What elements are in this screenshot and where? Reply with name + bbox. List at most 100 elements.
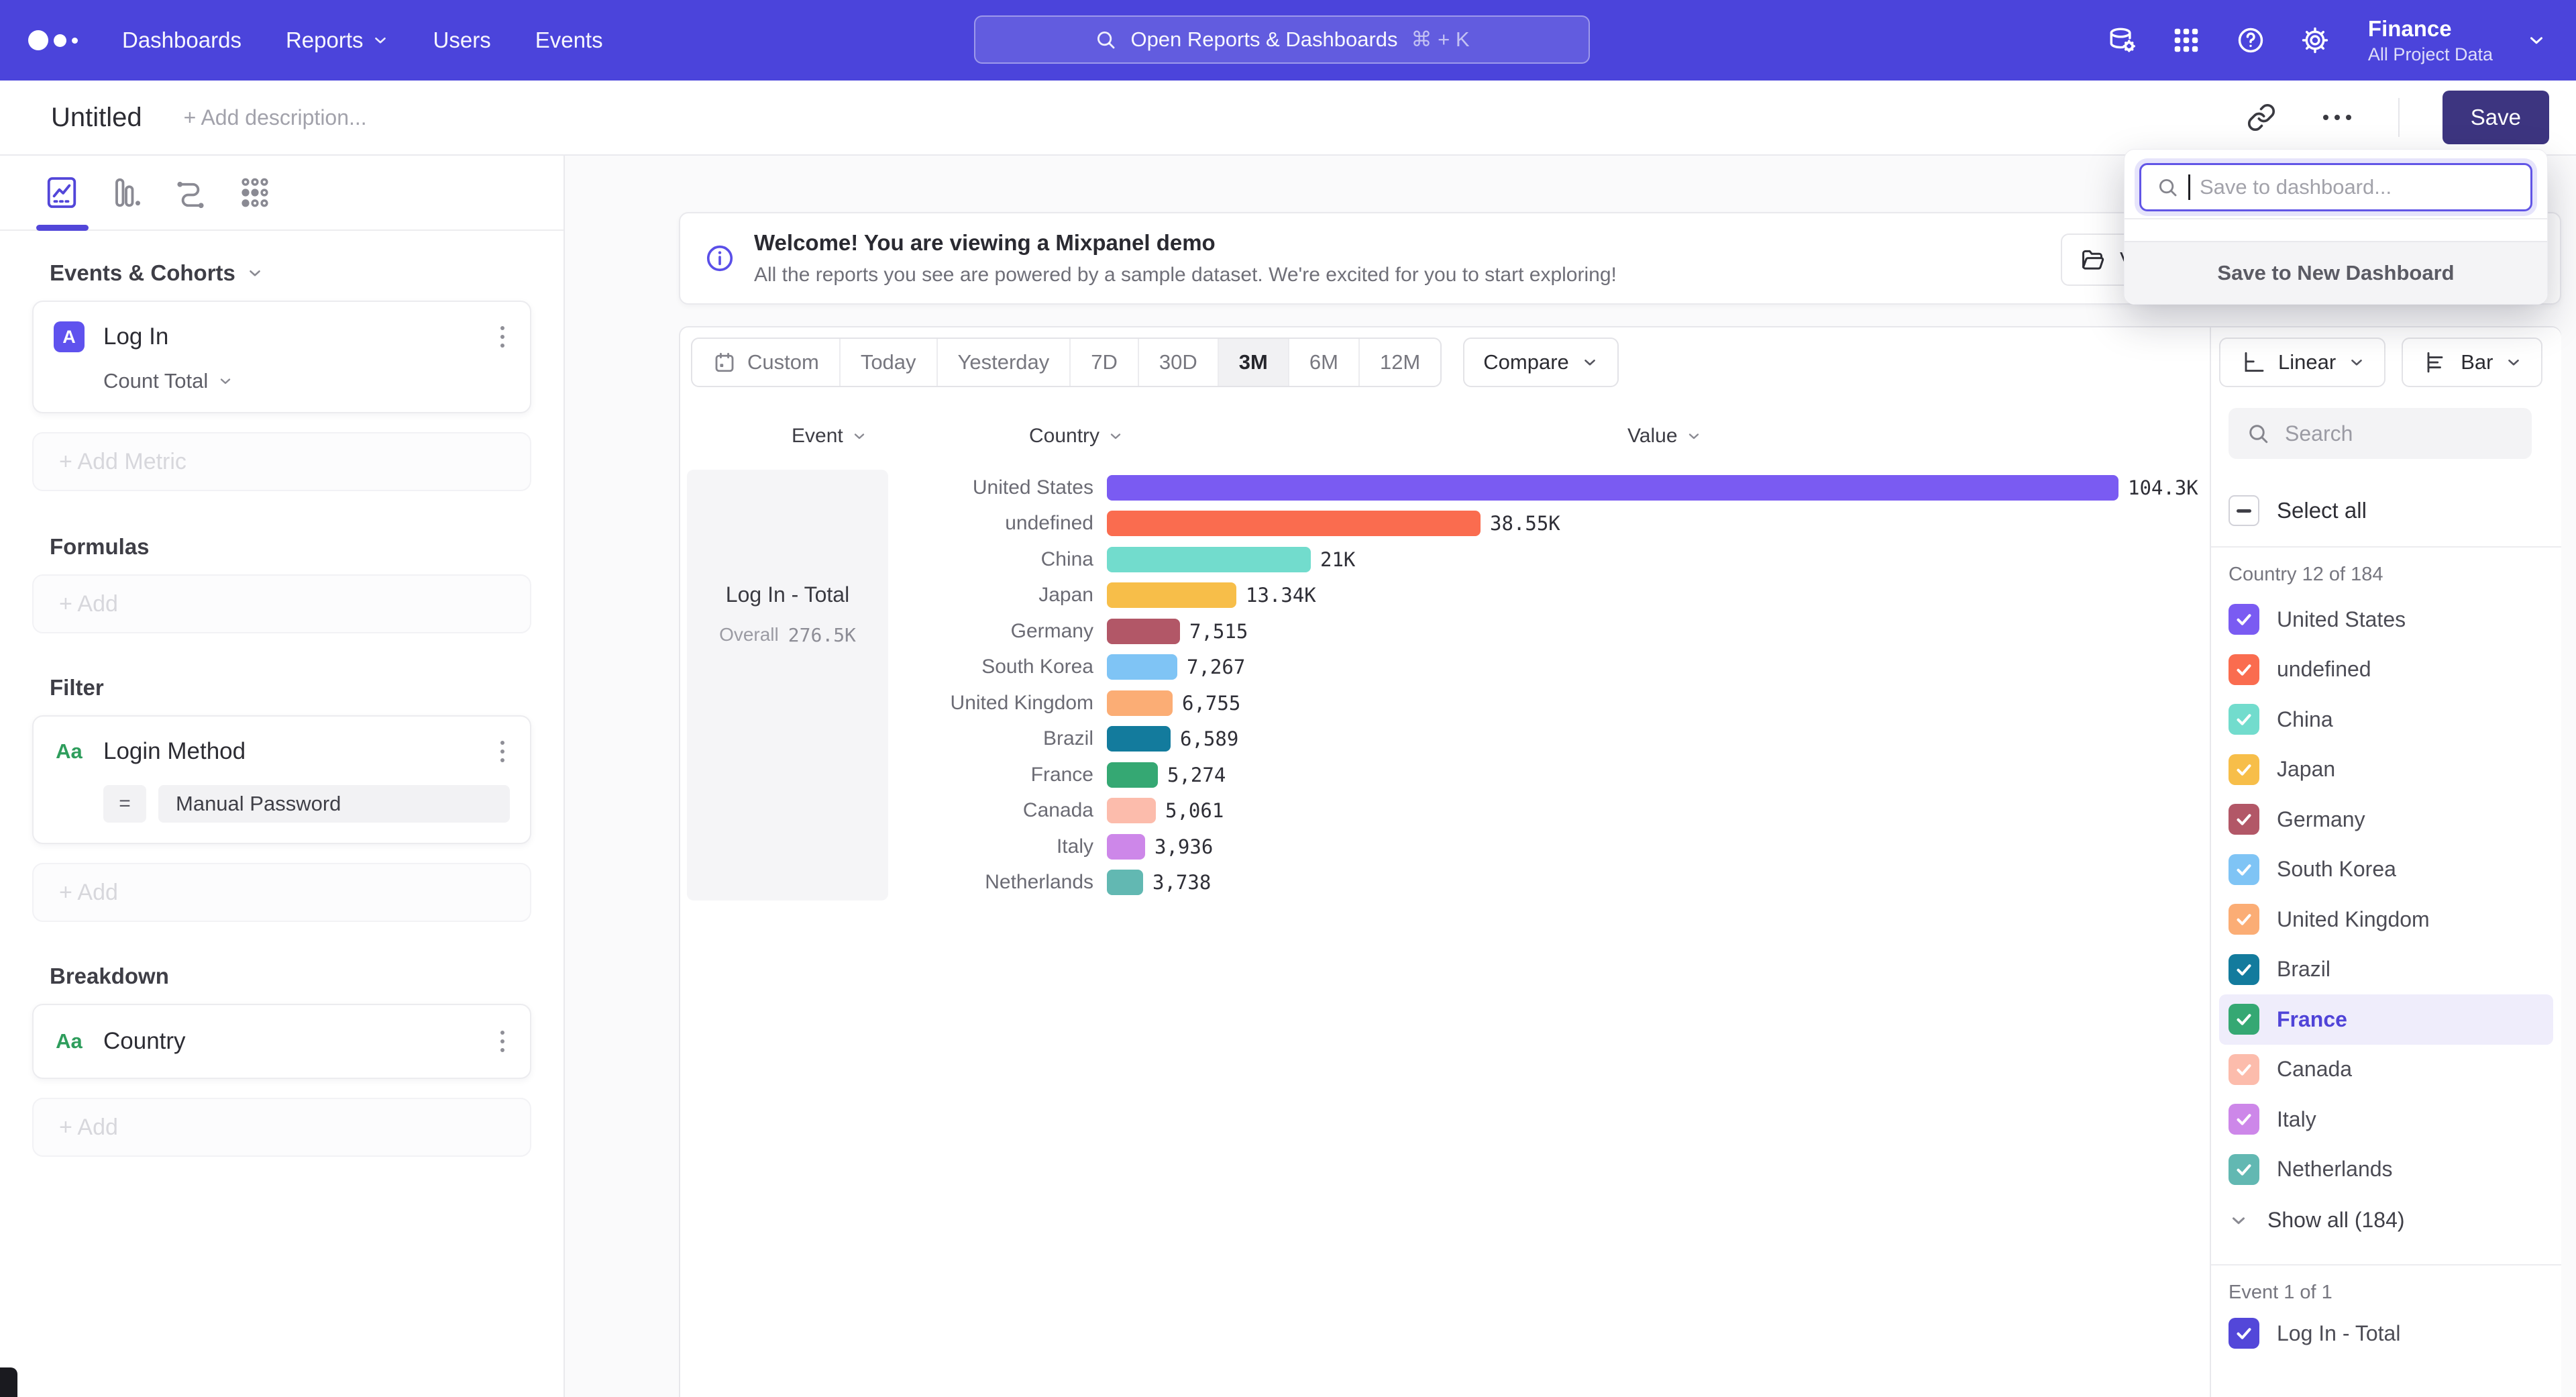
- metric-aggregation[interactable]: Count Total: [103, 369, 530, 393]
- settings-gear-icon[interactable]: [2300, 25, 2330, 56]
- bar[interactable]: [1107, 726, 1171, 752]
- legend-item-canada[interactable]: Canada: [2219, 1045, 2553, 1095]
- compare-button[interactable]: Compare: [1463, 338, 1619, 387]
- legend-item-united-states[interactable]: United States: [2219, 594, 2553, 645]
- legend-search-input[interactable]: Search: [2229, 408, 2532, 459]
- more-options-icon[interactable]: [2319, 111, 2355, 124]
- legend-item-germany[interactable]: Germany: [2219, 794, 2553, 845]
- legend-checkbox[interactable]: [2229, 1004, 2259, 1035]
- legend-checkbox[interactable]: [2229, 1054, 2259, 1085]
- save-button[interactable]: Save: [2443, 91, 2549, 144]
- breakdown-card[interactable]: Aa Country: [32, 1004, 531, 1079]
- legend-checkbox[interactable]: [2229, 954, 2259, 985]
- country-count-label: Country 12 of 184: [2229, 564, 2383, 586]
- tab-retention-icon[interactable]: [236, 174, 274, 211]
- bar[interactable]: [1107, 619, 1180, 644]
- help-icon[interactable]: [2235, 25, 2266, 56]
- bar-value-label: 13.34K: [1246, 584, 1316, 607]
- legend-item-france[interactable]: France: [2219, 994, 2553, 1045]
- metric-kebab-icon[interactable]: [495, 321, 510, 353]
- range-segment-12m[interactable]: 12M: [1360, 339, 1440, 386]
- bar[interactable]: [1107, 690, 1173, 716]
- legend-checkbox[interactable]: [2229, 804, 2259, 835]
- chart-type-button[interactable]: Bar: [2402, 338, 2542, 387]
- range-segment-7d[interactable]: 7D: [1071, 339, 1139, 386]
- bar[interactable]: [1107, 654, 1177, 680]
- select-all-checkbox[interactable]: [2229, 495, 2259, 526]
- global-search-button[interactable]: Open Reports & Dashboards ⌘ + K: [974, 15, 1590, 64]
- filter-card[interactable]: Aa Login Method = Manual Password: [32, 715, 531, 844]
- nav-item-dashboards[interactable]: Dashboards: [122, 28, 241, 53]
- query-builder-sidebar: Events & Cohorts A Log In Count Total + …: [0, 156, 565, 1397]
- legend-item-brazil[interactable]: Brazil: [2219, 945, 2553, 995]
- bar[interactable]: [1107, 870, 1143, 895]
- legend-checkbox[interactable]: [2229, 1104, 2259, 1135]
- range-segment-30d[interactable]: 30D: [1139, 339, 1219, 386]
- legend-item-italy[interactable]: Italy: [2219, 1094, 2553, 1145]
- legend-item-japan[interactable]: Japan: [2219, 745, 2553, 795]
- range-segment-today[interactable]: Today: [841, 339, 938, 386]
- bar[interactable]: [1107, 475, 2118, 501]
- filter-operator[interactable]: =: [103, 785, 146, 823]
- show-all-button[interactable]: Show all (184): [2229, 1208, 2405, 1233]
- save-to-dashboard-input[interactable]: Save to dashboard...: [2139, 163, 2532, 211]
- legend-event-item-log-in---total[interactable]: Log In - Total: [2219, 1308, 2553, 1359]
- report-description-placeholder[interactable]: + Add description...: [184, 105, 367, 130]
- nav-item-reports[interactable]: Reports: [286, 28, 389, 53]
- range-segment-3m[interactable]: 3M: [1219, 339, 1289, 386]
- column-header-country[interactable]: Country: [1029, 423, 1124, 450]
- legend-item-undefined[interactable]: undefined: [2219, 645, 2553, 695]
- legend-checkbox[interactable]: [2229, 604, 2259, 635]
- bar[interactable]: [1107, 582, 1236, 608]
- tab-insights-icon[interactable]: [43, 174, 80, 211]
- legend-item-netherlands[interactable]: Netherlands: [2219, 1145, 2553, 1195]
- legend-checkbox[interactable]: [2229, 904, 2259, 935]
- legend-checkbox[interactable]: [2229, 754, 2259, 785]
- events-cohorts-header[interactable]: Events & Cohorts: [50, 260, 531, 286]
- filter-property-name[interactable]: Login Method: [103, 738, 246, 765]
- add-breakdown-button[interactable]: + Add: [32, 1098, 531, 1157]
- add-metric-button[interactable]: + Add Metric: [32, 432, 531, 491]
- tab-flows-icon[interactable]: [172, 174, 209, 211]
- tab-funnels-icon[interactable]: [107, 174, 145, 211]
- scale-selector-button[interactable]: Linear: [2219, 338, 2385, 387]
- breakdown-kebab-icon[interactable]: [495, 1025, 510, 1057]
- legend-checkbox[interactable]: [2229, 704, 2259, 735]
- report-title[interactable]: Untitled: [51, 103, 142, 133]
- add-filter-button[interactable]: + Add: [32, 863, 531, 922]
- copy-link-icon[interactable]: [2247, 103, 2276, 132]
- bar[interactable]: [1107, 762, 1158, 788]
- bar[interactable]: [1107, 511, 1481, 536]
- select-all-row[interactable]: Select all: [2229, 495, 2367, 526]
- breakdown-property-name[interactable]: Country: [103, 1028, 186, 1055]
- add-formula-button[interactable]: + Add: [32, 574, 531, 633]
- column-header-value[interactable]: Value: [1627, 423, 1702, 450]
- metric-card[interactable]: A Log In Count Total: [32, 301, 531, 413]
- apps-grid-icon[interactable]: [2171, 25, 2202, 56]
- legend-checkbox[interactable]: [2229, 1318, 2259, 1349]
- legend-item-south-korea[interactable]: South Korea: [2219, 845, 2553, 895]
- legend-checkbox[interactable]: [2229, 854, 2259, 885]
- chevron-down-icon: [2229, 1210, 2249, 1231]
- range-segment-6m[interactable]: 6M: [1289, 339, 1360, 386]
- range-segment-yesterday[interactable]: Yesterday: [938, 339, 1071, 386]
- nav-item-events[interactable]: Events: [535, 28, 603, 53]
- metric-event-name[interactable]: Log In: [103, 323, 168, 350]
- save-to-new-dashboard-button[interactable]: Save to New Dashboard: [2125, 241, 2547, 304]
- legend-checkbox[interactable]: [2229, 1154, 2259, 1185]
- filter-kebab-icon[interactable]: [495, 735, 510, 768]
- bar[interactable]: [1107, 798, 1156, 823]
- bar[interactable]: [1107, 834, 1145, 860]
- mixpanel-logo[interactable]: [28, 30, 78, 50]
- legend-item-china[interactable]: China: [2219, 694, 2553, 745]
- filter-value[interactable]: Manual Password: [158, 785, 510, 823]
- chart-row: undefined38.55K: [687, 506, 2206, 542]
- data-management-icon[interactable]: [2106, 25, 2137, 56]
- legend-checkbox[interactable]: [2229, 654, 2259, 685]
- range-segment-custom[interactable]: Custom: [692, 339, 841, 386]
- legend-item-united-kingdom[interactable]: United Kingdom: [2219, 894, 2553, 945]
- project-switcher[interactable]: Finance All Project Data: [2368, 16, 2493, 65]
- bar[interactable]: [1107, 547, 1311, 572]
- column-header-event[interactable]: Event: [792, 423, 867, 450]
- nav-item-users[interactable]: Users: [433, 28, 491, 53]
